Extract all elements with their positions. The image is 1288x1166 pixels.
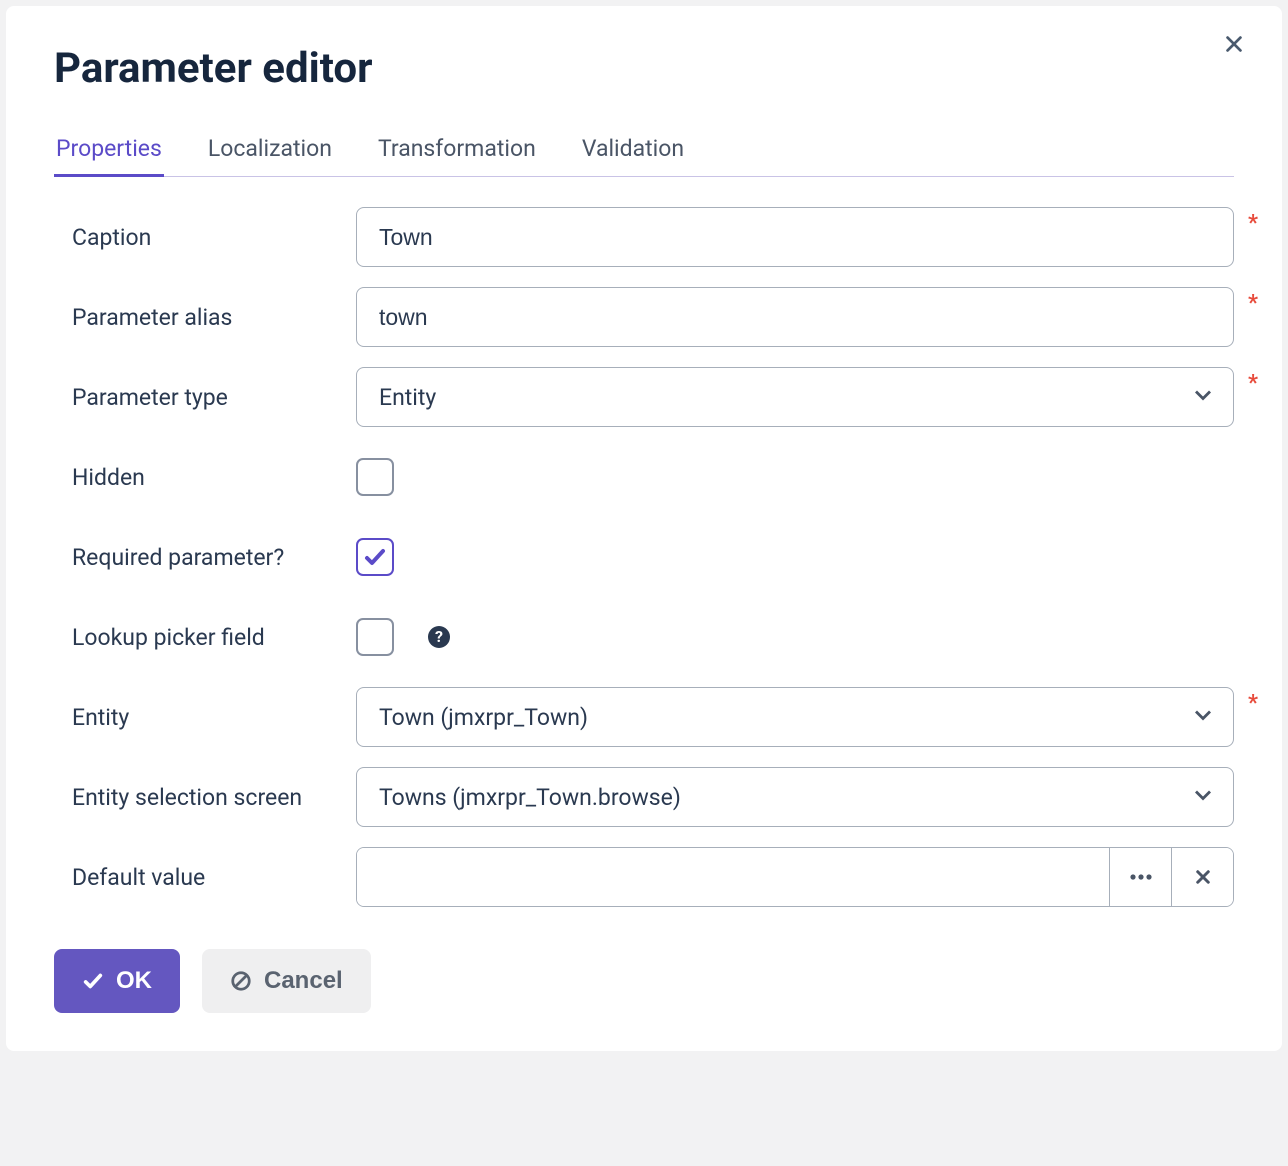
tabs: Properties Localization Transformation V… <box>54 129 1234 177</box>
properties-form: Caption * Parameter alias * Parameter ty… <box>54 207 1234 907</box>
cancel-icon <box>230 970 252 992</box>
ok-button-label: OK <box>116 967 152 995</box>
entity-select[interactable]: Town (jmxrpr_Town) <box>356 687 1234 747</box>
row-entity: Entity Town (jmxrpr_Town) * <box>72 687 1234 747</box>
required-asterisk-icon: * <box>1248 691 1258 716</box>
parameter-editor-dialog: Parameter editor Properties Localization… <box>6 6 1282 1051</box>
label-required: Required parameter? <box>72 544 356 571</box>
ellipsis-icon <box>1130 873 1152 881</box>
required-asterisk-icon: * <box>1248 291 1258 316</box>
row-type: Parameter type Entity * <box>72 367 1234 427</box>
row-lookup: Lookup picker field ? <box>72 607 1234 667</box>
tab-localization[interactable]: Localization <box>206 129 334 176</box>
tab-validation[interactable]: Validation <box>580 129 686 176</box>
required-checkbox[interactable] <box>356 538 394 576</box>
check-icon <box>82 970 104 992</box>
label-type: Parameter type <box>72 384 356 411</box>
default-value-clear-button[interactable] <box>1171 848 1233 906</box>
row-required: Required parameter? <box>72 527 1234 587</box>
type-select[interactable]: Entity <box>356 367 1234 427</box>
default-value-input[interactable] <box>357 848 1109 906</box>
ok-button[interactable]: OK <box>54 949 180 1013</box>
label-entity: Entity <box>72 704 356 731</box>
tab-transformation[interactable]: Transformation <box>376 129 538 176</box>
close-button[interactable] <box>1220 30 1248 58</box>
default-value-picker <box>356 847 1234 907</box>
label-lookup: Lookup picker field <box>72 624 356 651</box>
dialog-title: Parameter editor <box>54 44 1234 93</box>
svg-text:?: ? <box>435 627 443 646</box>
close-icon <box>1223 33 1245 55</box>
cancel-button[interactable]: Cancel <box>202 949 371 1013</box>
label-caption: Caption <box>72 224 356 251</box>
clear-icon <box>1194 868 1212 886</box>
default-value-browse-button[interactable] <box>1109 848 1171 906</box>
tab-properties[interactable]: Properties <box>54 129 164 176</box>
cancel-button-label: Cancel <box>264 967 343 995</box>
hidden-checkbox[interactable] <box>356 458 394 496</box>
row-caption: Caption * <box>72 207 1234 267</box>
required-asterisk-icon: * <box>1248 211 1258 236</box>
dialog-footer: OK Cancel <box>54 949 1234 1013</box>
row-hidden: Hidden <box>72 447 1234 507</box>
selection-screen-value: Towns (jmxrpr_Town.browse) <box>379 784 681 811</box>
required-asterisk-icon: * <box>1248 371 1258 396</box>
row-default-value: Default value <box>72 847 1234 907</box>
help-icon[interactable]: ? <box>426 624 452 650</box>
label-hidden: Hidden <box>72 464 356 491</box>
entity-select-value: Town (jmxrpr_Town) <box>379 704 588 731</box>
row-selection-screen: Entity selection screen Towns (jmxrpr_To… <box>72 767 1234 827</box>
type-select-value: Entity <box>379 384 436 411</box>
lookup-checkbox[interactable] <box>356 618 394 656</box>
label-default-value: Default value <box>72 864 356 891</box>
caption-input[interactable] <box>356 207 1234 267</box>
label-alias: Parameter alias <box>72 304 356 331</box>
row-alias: Parameter alias * <box>72 287 1234 347</box>
alias-input[interactable] <box>356 287 1234 347</box>
selection-screen-select[interactable]: Towns (jmxrpr_Town.browse) <box>356 767 1234 827</box>
label-selection-screen: Entity selection screen <box>72 784 356 811</box>
